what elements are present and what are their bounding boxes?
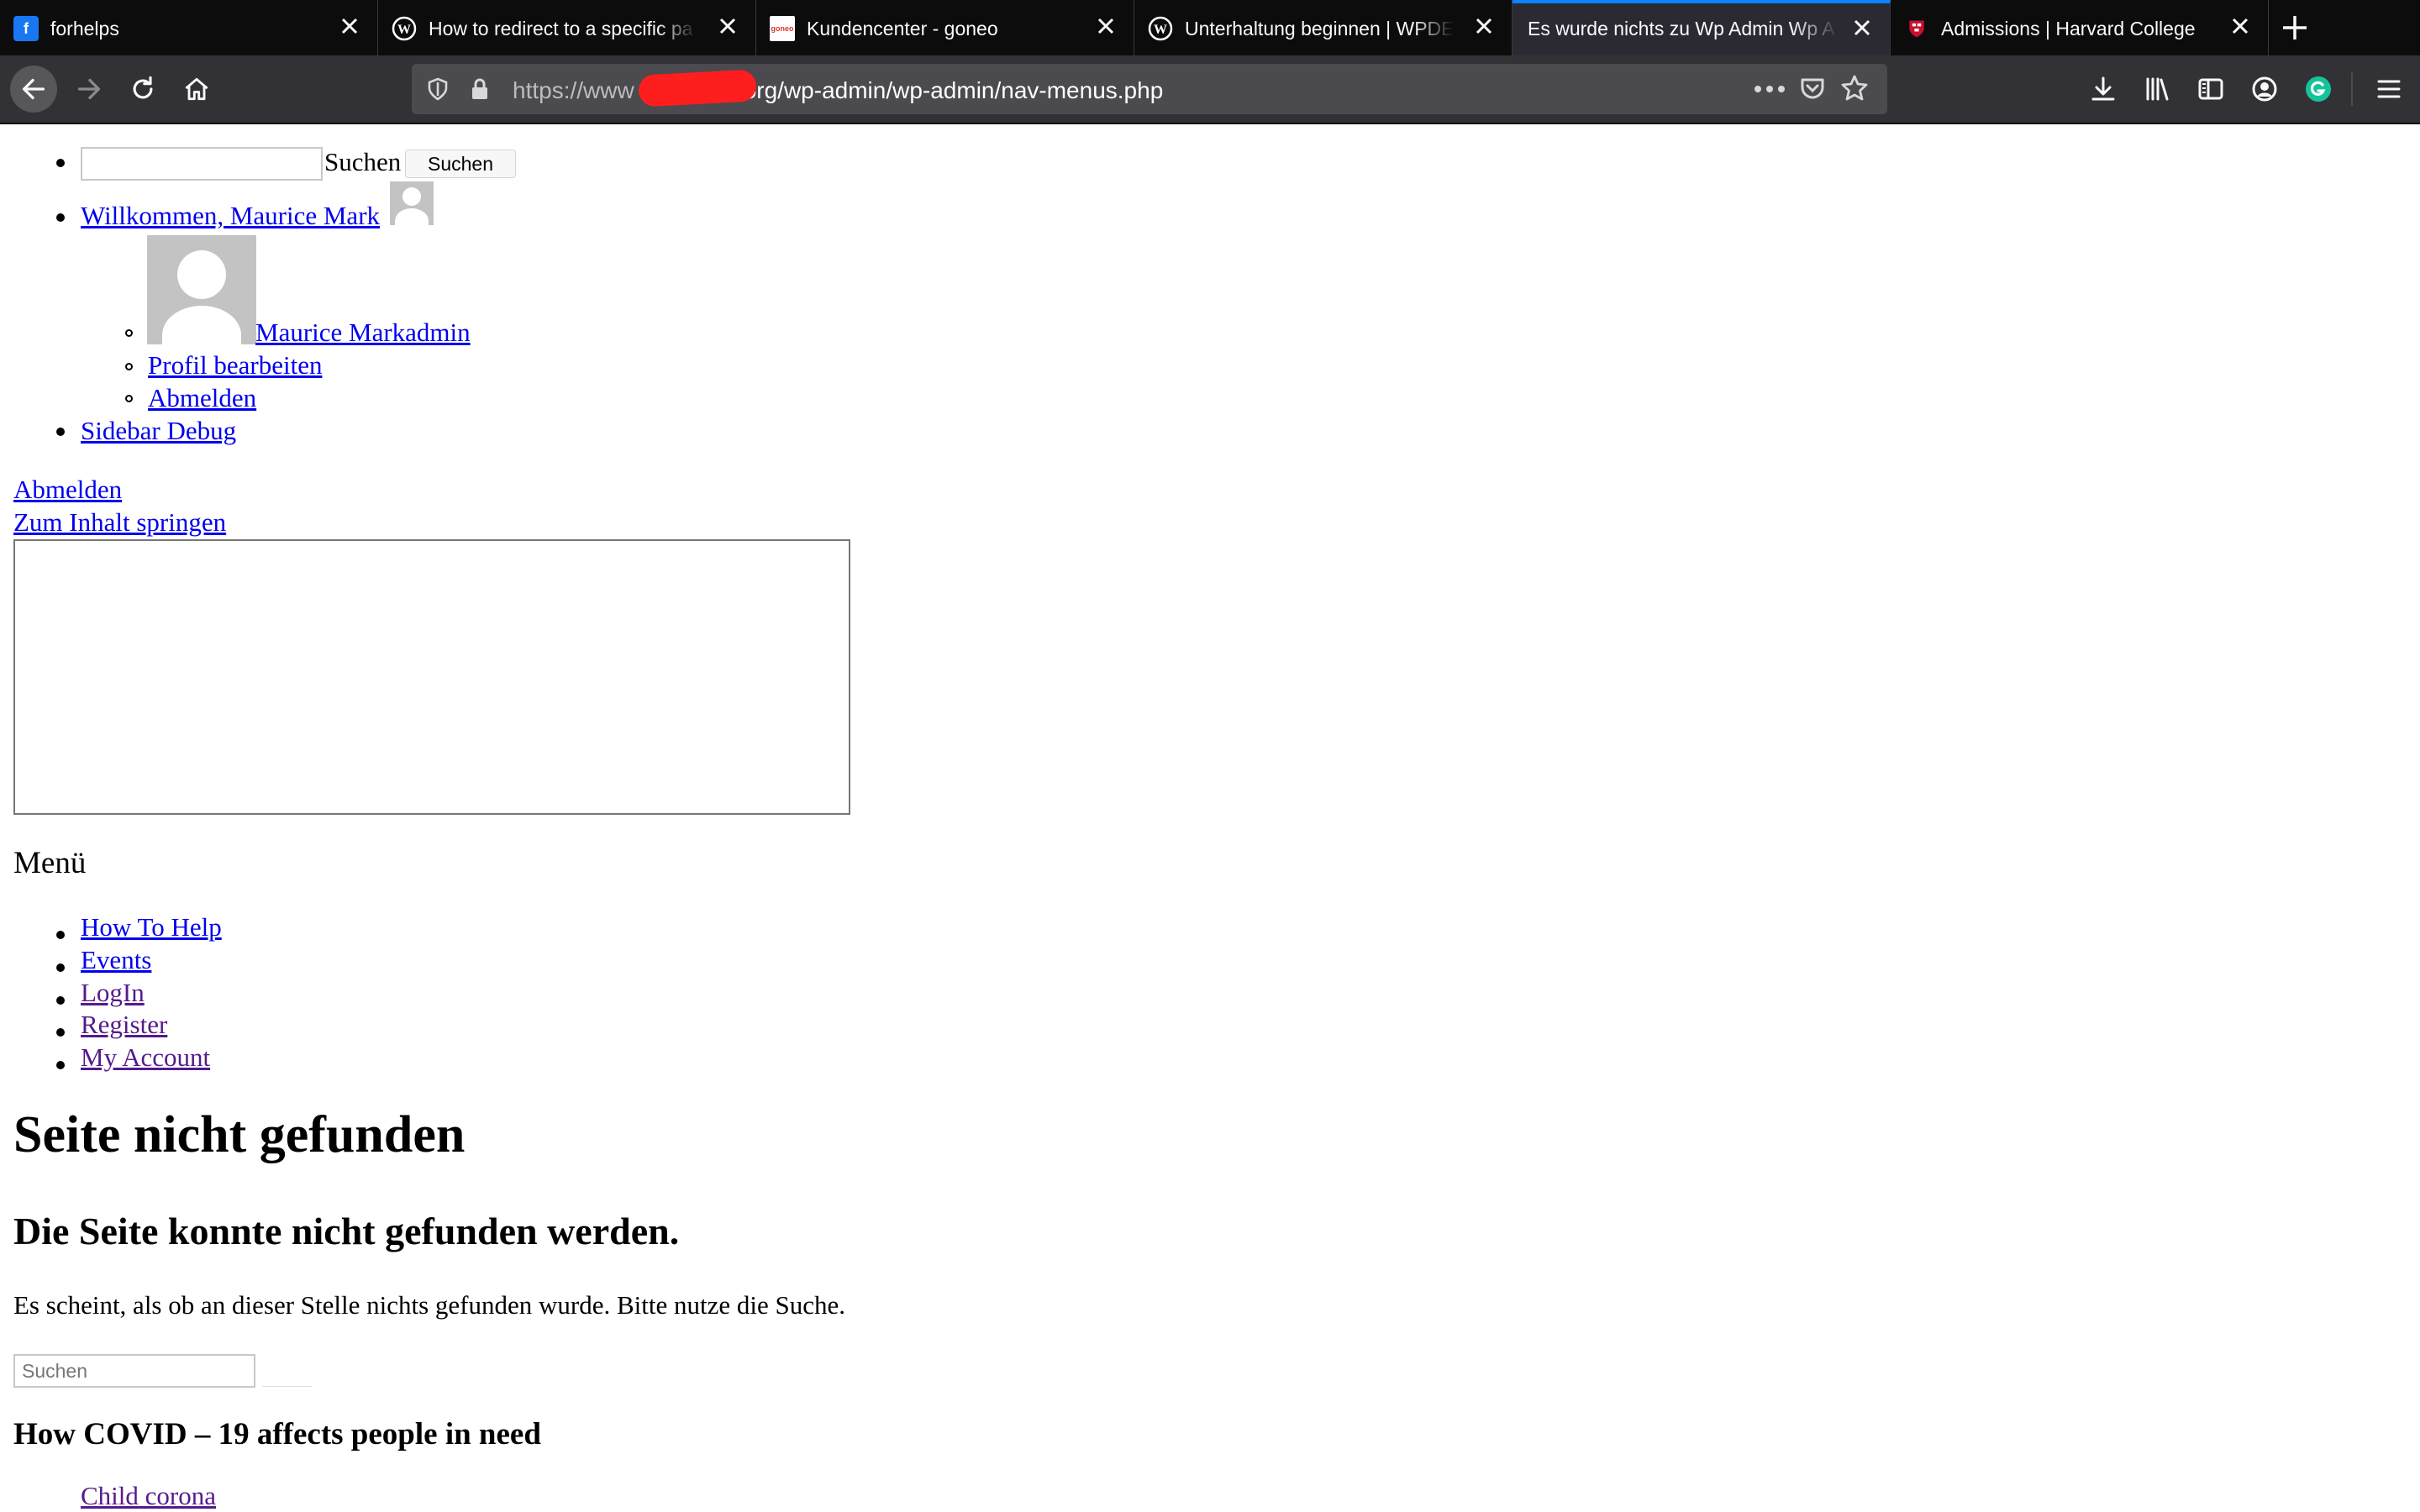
lock-icon[interactable] [467, 76, 492, 102]
grammarly-icon[interactable] [2304, 75, 2333, 103]
page-actions-ellipsis-icon[interactable] [1753, 81, 1786, 97]
logout-link[interactable]: Abmelden [13, 475, 122, 505]
embedded-frame[interactable] [13, 539, 850, 815]
page-title: Seite nicht gefunden [13, 1106, 466, 1163]
home-icon [185, 77, 208, 101]
tab-title: How to redirect to a specific pa [429, 18, 693, 39]
avatar-small [390, 181, 434, 225]
post-section-heading: How COVID – 19 affects people in need [13, 1417, 541, 1452]
page-content: Suchen Suchen Willkommen, Maurice Mark M… [0, 123, 2420, 1512]
avatar-large [147, 235, 256, 344]
adminbar-search-input[interactable] [81, 147, 323, 181]
sidebar-debug-link[interactable]: Sidebar Debug [81, 416, 236, 446]
skip-to-content-link[interactable]: Zum Inhalt springen [13, 507, 226, 538]
close-icon[interactable] [337, 13, 362, 39]
wordpress-icon: W [1148, 16, 1173, 41]
menu-item-register[interactable]: Register [81, 1010, 167, 1040]
tab-title: Admissions | Harvard College [1941, 18, 2196, 39]
menu-item-how-to-help[interactable]: How To Help [81, 912, 222, 942]
menu-item-my-account[interactable]: My Account [81, 1042, 210, 1073]
list-circle [125, 395, 133, 402]
wordpress-icon: W [392, 16, 417, 41]
facebook-icon: f [13, 16, 39, 41]
menu-heading: Menü [13, 846, 87, 880]
hamburger-menu-icon[interactable] [2375, 75, 2403, 103]
content-search-input[interactable] [13, 1354, 255, 1388]
tab-harvard[interactable]: Admissions | Harvard College [1891, 0, 2269, 55]
toolbar-separator [2351, 72, 2353, 106]
post-link-child-corona[interactable]: Child corona [81, 1481, 216, 1511]
close-icon[interactable] [1471, 13, 1497, 39]
sidebar-toggle-icon[interactable] [2196, 75, 2225, 103]
adminbar-search-label: Suchen [324, 147, 402, 176]
list-bullet [56, 931, 65, 939]
url-bar[interactable]: https://www org/wp-admin/wp-admin/nav-men… [412, 64, 1887, 114]
harvard-shield-icon [1904, 16, 1929, 41]
menu-item-login[interactable]: LogIn [81, 978, 145, 1008]
url-path: org/wp-admin/wp-admin/nav-menus.php [743, 77, 1164, 103]
bookmark-star-icon[interactable] [1840, 74, 1869, 102]
url-prefix: https://www [513, 77, 634, 103]
tab-redirect[interactable]: W How to redirect to a specific pa [378, 0, 756, 55]
reload-icon [133, 76, 153, 99]
tab-active-wp-admin[interactable]: Es wurde nichts zu Wp Admin Wp A [1512, 0, 1891, 55]
close-icon[interactable] [1849, 15, 1875, 40]
tab-title: Unterhaltung beginnen | WPDE [1185, 18, 1454, 39]
navigation-toolbar: https://www org/wp-admin/wp-admin/nav-men… [0, 55, 2420, 124]
goneo-icon: goneo [770, 16, 795, 41]
list-circle [125, 363, 133, 370]
downloads-icon[interactable] [2089, 75, 2118, 103]
edit-profile-link[interactable]: Profil bearbeiten [148, 350, 322, 381]
tab-unterhaltung[interactable]: W Unterhaltung beginnen | WPDE [1134, 0, 1512, 55]
tab-title: forhelps [50, 18, 119, 39]
tab-strip: f forhelps W How to redirect to a specif… [0, 0, 2420, 55]
list-bullet [56, 963, 65, 972]
list-bullet [56, 159, 65, 167]
user-profile-link[interactable]: Maurice Markadmin [255, 318, 471, 348]
close-icon[interactable] [715, 13, 740, 39]
tab-kundencenter[interactable]: goneo Kundencenter - goneo [756, 0, 1134, 55]
content-search-button[interactable] [262, 1378, 313, 1387]
forward-button[interactable] [66, 66, 113, 113]
list-bullet [56, 428, 65, 436]
tracking-shield-icon[interactable] [425, 76, 450, 102]
subtitle: Die Seite konnte nicht gefunden werden. [13, 1210, 680, 1252]
adminbar-search-button[interactable]: Suchen [405, 150, 516, 178]
list-circle [125, 329, 133, 337]
back-button[interactable] [10, 66, 57, 113]
pocket-icon[interactable] [1798, 75, 1827, 103]
svg-text:W: W [1154, 23, 1167, 37]
welcome-user-link[interactable]: Willkommen, Maurice Mark [81, 201, 380, 231]
new-tab-plus-icon[interactable] [2279, 12, 2311, 44]
close-icon[interactable] [2228, 13, 2253, 39]
not-found-message: Es scheint, als ob an dieser Stelle nich… [13, 1290, 846, 1320]
url-text[interactable]: https://www org/wp-admin/wp-admin/nav-men… [513, 77, 1163, 104]
close-icon[interactable] [1093, 13, 1118, 39]
redaction-scribble [638, 69, 757, 108]
menu-item-events[interactable]: Events [81, 945, 151, 975]
list-bullet [56, 1028, 65, 1037]
arrow-right-icon [77, 78, 101, 100]
account-icon[interactable] [2250, 75, 2279, 103]
reload-button[interactable] [119, 66, 166, 113]
list-bullet [56, 1061, 65, 1069]
arrow-left-icon [22, 78, 45, 100]
library-icon[interactable] [2143, 75, 2171, 103]
svg-text:W: W [397, 23, 411, 37]
tab-title: Es wurde nichts zu Wp Admin Wp A [1528, 18, 1835, 39]
logout-sub-link[interactable]: Abmelden [148, 383, 256, 413]
list-bullet [56, 213, 65, 222]
tab-title: Kundencenter - goneo [807, 18, 998, 39]
list-bullet [56, 996, 65, 1005]
home-button[interactable] [173, 66, 220, 113]
tab-forhelps[interactable]: f forhelps [0, 0, 378, 55]
